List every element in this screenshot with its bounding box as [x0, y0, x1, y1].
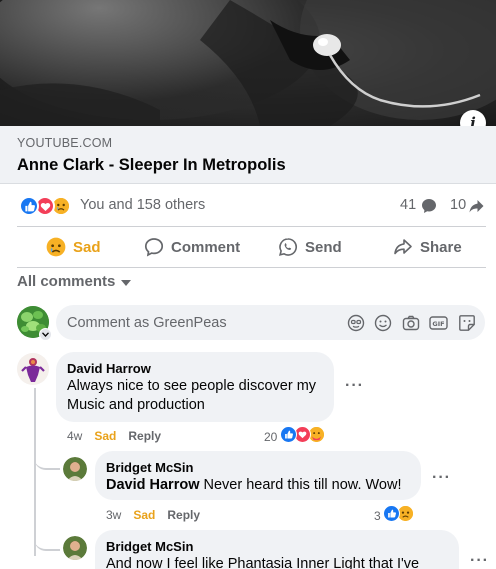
comment-reaction-link[interactable]: Sad — [94, 429, 116, 443]
gif-icon[interactable]: GIF — [429, 313, 448, 332]
mention-link[interactable]: David Harrow — [106, 477, 199, 493]
sticker-icon[interactable] — [457, 313, 476, 332]
comments-filter-dropdown[interactable]: All comments — [17, 273, 132, 290]
link-domain: YOUTUBE.COM — [17, 136, 113, 150]
comment-icon — [144, 237, 164, 257]
link-preview[interactable]: YOUTUBE.COM Anne Clark - Sleeper In Metr… — [0, 126, 496, 184]
comment-text-body: Never heard this till now. Wow! — [203, 477, 402, 493]
more-options-icon[interactable]: ··· — [345, 377, 364, 395]
comment-author[interactable]: David Harrow — [67, 361, 151, 376]
comments-filter-label: All comments — [17, 273, 116, 290]
reactions-summary: You and 158 others 41 10 — [0, 192, 496, 220]
comment-author[interactable]: Bridget McSin — [106, 539, 193, 554]
send-label: Send — [305, 238, 342, 256]
share-label: Share — [420, 238, 462, 256]
comment-input[interactable] — [67, 305, 337, 340]
comment-bubble: Bridget McSin David Harrow Never heard t… — [95, 451, 421, 500]
comment-meta: 4w Sad Reply — [67, 429, 161, 443]
like-reaction-icon — [19, 196, 39, 216]
send-button[interactable]: Send — [278, 231, 342, 263]
like-reaction-icon — [383, 505, 400, 522]
comment-bubble: Bridget McSin And now I feel like Phanta… — [95, 530, 459, 569]
share-button[interactable]: Share — [393, 231, 462, 263]
link-title[interactable]: Anne Clark - Sleeper In Metropolis — [17, 156, 286, 175]
reply-link[interactable]: Reply — [128, 429, 161, 443]
thread-connector — [34, 450, 60, 470]
divider — [17, 267, 486, 268]
comment-button[interactable]: Comment — [144, 231, 240, 263]
reply-link[interactable]: Reply — [167, 508, 200, 522]
shares-count[interactable]: 10 — [450, 197, 466, 213]
sad-face-icon — [46, 237, 66, 257]
action-bar: Sad Comment Send Share — [0, 231, 496, 263]
comment-reaction-link[interactable]: Sad — [133, 508, 155, 522]
avatar[interactable] — [63, 457, 87, 481]
avatar[interactable] — [17, 353, 49, 385]
comment-timestamp[interactable]: 3w — [106, 508, 121, 522]
avatar-image — [63, 536, 87, 560]
whatsapp-icon — [278, 237, 298, 257]
current-user-avatar[interactable] — [17, 306, 52, 341]
reactions-summary-text[interactable]: You and 158 others — [80, 197, 205, 213]
comment-meta: 3w Sad Reply — [106, 508, 200, 522]
share-count-icon — [469, 200, 484, 213]
comment-text: And now I feel like Phantasia Inner Ligh… — [106, 556, 420, 569]
more-options-icon[interactable]: ··· — [432, 469, 451, 487]
share-icon — [393, 237, 413, 257]
thumbnail-image — [0, 0, 496, 126]
comment-reaction-count[interactable]: 3 — [374, 509, 381, 523]
sad-label: Sad — [73, 238, 101, 256]
divider — [17, 226, 486, 227]
emoji-icon[interactable] — [373, 313, 392, 332]
avatar-sticker-icon[interactable] — [346, 313, 365, 332]
comment-text: David Harrow Never heard this till now. … — [106, 476, 416, 495]
svg-text:GIF: GIF — [432, 319, 444, 327]
camera-icon[interactable] — [401, 313, 420, 332]
avatar[interactable] — [63, 536, 87, 560]
caret-down-icon — [121, 279, 132, 286]
more-options-icon[interactable]: ··· — [470, 552, 489, 569]
comment-label: Comment — [171, 238, 241, 256]
avatar-image — [17, 353, 49, 385]
like-reaction-icon — [280, 426, 297, 443]
comment-timestamp[interactable]: 4w — [67, 429, 82, 443]
comments-count[interactable]: 41 — [400, 197, 416, 213]
video-thumbnail[interactable] — [0, 0, 496, 126]
comment-author[interactable]: Bridget McSin — [106, 460, 193, 475]
avatar-image — [63, 457, 87, 481]
chevron-down-icon[interactable] — [39, 328, 52, 341]
comment-composer[interactable]: GIF — [56, 305, 485, 340]
comment-reaction-count[interactable]: 20 — [264, 430, 277, 444]
thread-connector — [34, 531, 60, 551]
comment-count-icon — [422, 199, 436, 213]
comment-bubble: David Harrow Always nice to see people d… — [56, 352, 334, 422]
sad-reaction-button[interactable]: Sad — [46, 231, 101, 263]
comment-text: Always nice to see people discover my Mu… — [67, 378, 317, 413]
